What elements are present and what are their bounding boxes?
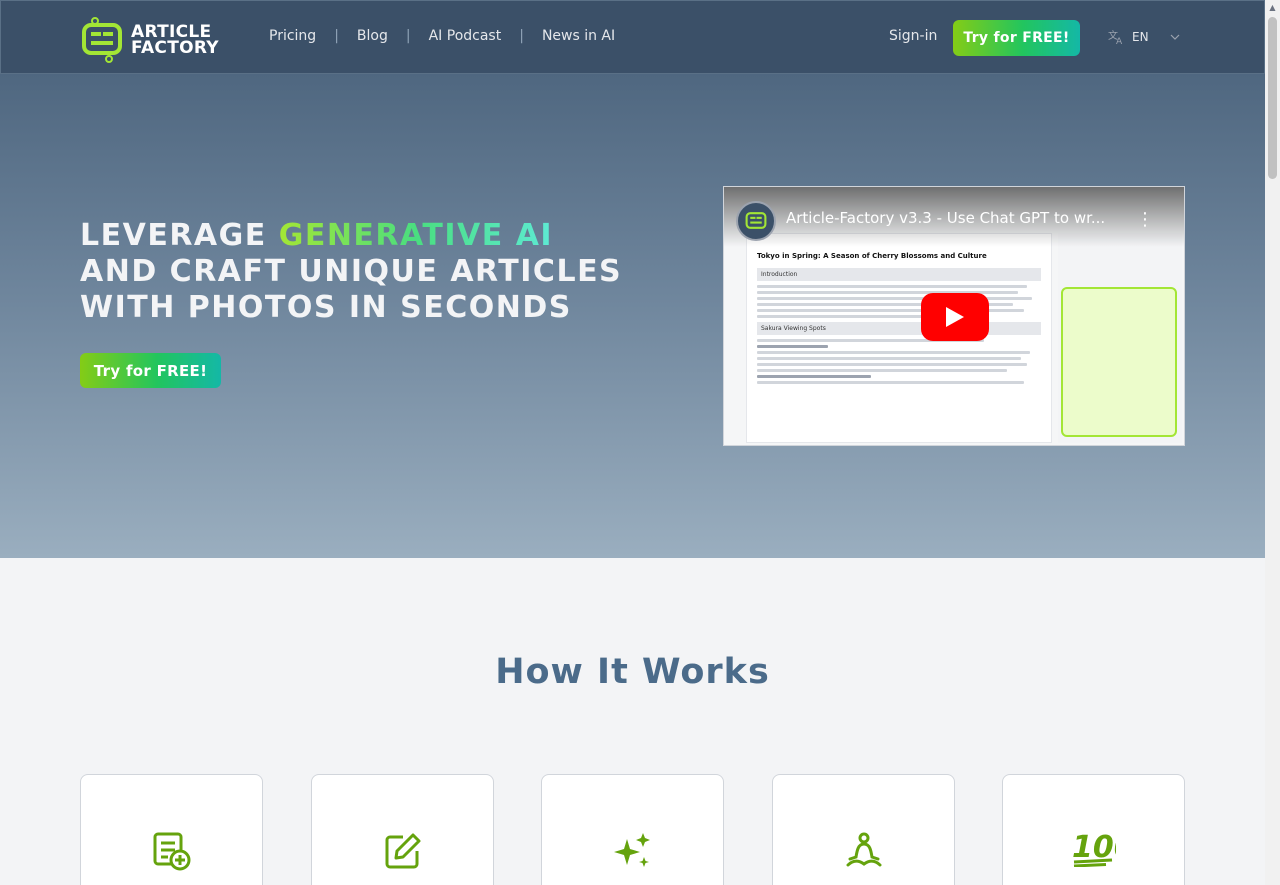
scroll-thumb[interactable] <box>1268 17 1277 179</box>
page-scrollbar[interactable]: ▲ <box>1265 0 1280 885</box>
chevron-down-icon <box>1170 34 1179 40</box>
nav-separator: | <box>405 28 411 44</box>
channel-avatar[interactable] <box>736 201 776 241</box>
play-icon <box>946 307 964 327</box>
video-embed[interactable]: Tokyo in Spring: A Season of Cherry Blos… <box>723 186 1185 446</box>
video-photo-generator-card <box>1061 287 1177 437</box>
more-vertical-icon[interactable]: ⋮ <box>1136 209 1154 230</box>
meditation-icon <box>846 832 881 867</box>
how-card-1 <box>80 774 263 885</box>
svg-text:A: A <box>1116 37 1123 45</box>
logo-robot-icon <box>745 212 767 229</box>
logo-text-line2: FACTORY <box>131 38 219 58</box>
pencil-square-icon <box>385 833 420 869</box>
hero-title-part1: LEVERAGE <box>80 218 279 253</box>
video-doc-preview: Tokyo in Spring: A Season of Cherry Blos… <box>746 233 1052 443</box>
video-doc-section: Sakura Viewing Spots <box>757 322 1041 335</box>
hundred-icon: 100 <box>1072 830 1116 867</box>
language-label: EN <box>1132 30 1149 44</box>
nav-separator: | <box>334 28 339 44</box>
hero-title: LEVERAGE GENERATIVE AI AND CRAFT UNIQUE … <box>80 218 640 326</box>
hero-title-part2: AND CRAFT UNIQUE ARTICLES WITH PHOTOS IN… <box>80 254 623 325</box>
hero-title-highlight: GENERATIVE AI <box>278 218 554 253</box>
language-selector[interactable]: 文 A EN <box>1108 29 1185 45</box>
logo[interactable]: ARTICLE FACTORY <box>81 17 219 63</box>
document-plus-icon <box>153 832 190 871</box>
nav-news-in-ai[interactable]: News in AI <box>542 28 615 44</box>
signin-link[interactable]: Sign-in <box>889 28 937 44</box>
scroll-up-arrow-icon[interactable]: ▲ <box>1265 0 1280 15</box>
hero-section: LEVERAGE GENERATIVE AI AND CRAFT UNIQUE … <box>0 74 1265 558</box>
translate-icon: 文 A <box>1108 29 1123 45</box>
main-nav: Pricing | Blog | AI Podcast | News in AI <box>269 28 615 44</box>
play-button[interactable] <box>921 293 989 341</box>
logo-robot-icon <box>82 17 122 63</box>
how-it-works-title: How It Works <box>495 652 770 692</box>
video-doc-section: Introduction <box>757 268 1041 281</box>
video-doc-heading: Tokyo in Spring: A Season of Cherry Blos… <box>757 252 987 260</box>
header-try-free-button[interactable]: Try for FREE! <box>953 20 1080 56</box>
nav-separator: | <box>519 28 524 44</box>
how-card-5: 100 <box>1002 774 1185 885</box>
video-side-panel <box>1058 233 1182 443</box>
video-title[interactable]: Article-Factory v3.3 - Use Chat GPT to w… <box>786 209 1136 227</box>
how-card-4 <box>772 774 955 885</box>
nav-pricing[interactable]: Pricing <box>269 28 316 44</box>
nav-blog[interactable]: Blog <box>357 28 388 44</box>
nav-ai-podcast[interactable]: AI Podcast <box>429 28 502 44</box>
hero-try-free-button[interactable]: Try for FREE! <box>80 353 221 388</box>
site-header: ARTICLE FACTORY Pricing | Blog | AI Podc… <box>0 0 1265 74</box>
how-card-3 <box>541 774 724 885</box>
how-card-2 <box>311 774 494 885</box>
sparkles-icon <box>613 833 650 867</box>
